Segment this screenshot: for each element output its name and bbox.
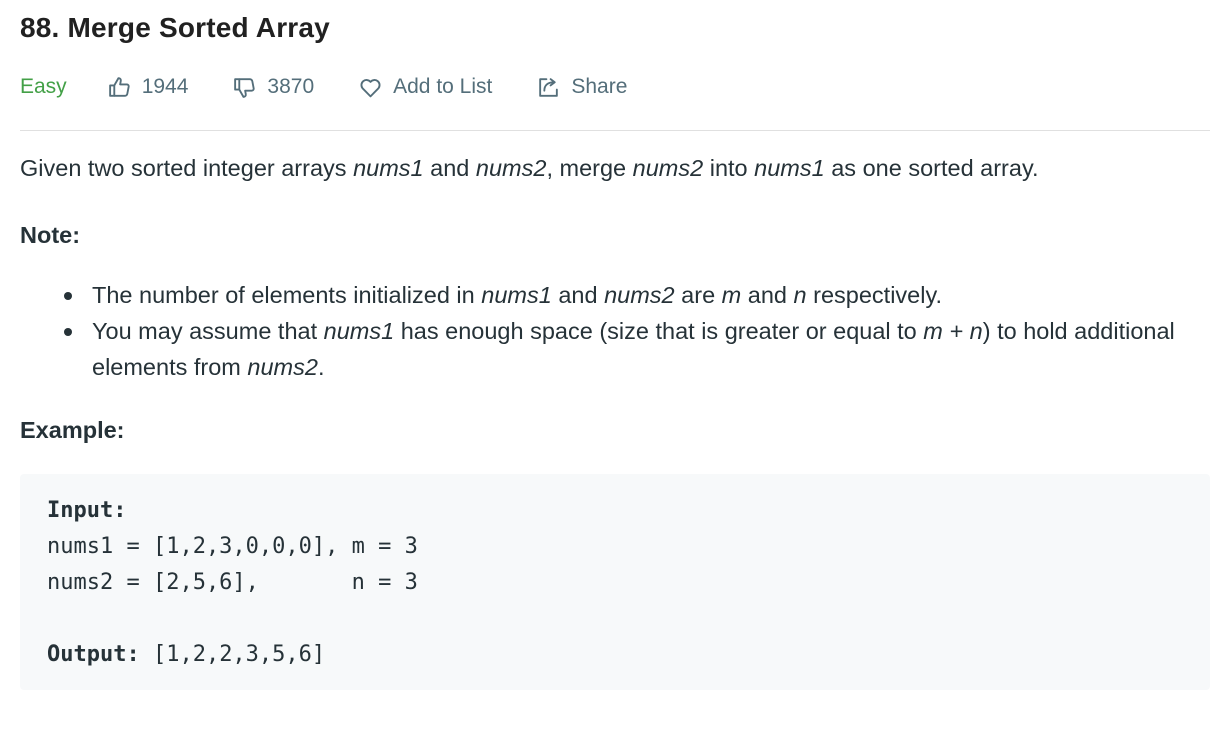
note-text: are (681, 282, 716, 308)
description-paragraph: Given two sorted integer arrays nums1 an… (20, 150, 1210, 186)
share-label: Share (571, 75, 628, 98)
problem-description: Given two sorted integer arrays nums1 an… (20, 150, 1210, 443)
dislike-button[interactable]: 3870 (232, 75, 314, 100)
note-text: . (317, 354, 325, 380)
description-text: into (709, 155, 748, 181)
nums1-term: nums1 (481, 282, 552, 308)
note-item: You may assume that nums1 has enough spa… (64, 313, 1210, 385)
output-label: Output: (47, 642, 140, 667)
n-term: n (793, 282, 807, 308)
description-text: as one sorted array. (831, 155, 1039, 181)
nums2-term: nums2 (604, 282, 675, 308)
dislike-count: 3870 (267, 75, 315, 98)
like-button[interactable]: 1944 (107, 75, 189, 100)
input-label: Input: (47, 498, 127, 523)
problem-page: 88. Merge Sorted Array Easy 1944 3870 Ad… (0, 0, 1216, 734)
difficulty-badge: Easy (20, 75, 67, 98)
nums2-term: nums2 (475, 155, 547, 181)
note-item: The number of elements initialized in nu… (64, 277, 1210, 313)
note-text: and (747, 282, 787, 308)
add-to-list-button[interactable]: Add to List (358, 75, 492, 100)
note-text: The number of elements initialized in (92, 282, 475, 308)
note-text: You may assume that (92, 318, 318, 344)
output-value: [1,2,2,3,5,6] (139, 642, 326, 667)
note-list: The number of elements initialized in nu… (20, 277, 1210, 385)
m-term: m (721, 282, 742, 308)
note-text: has enough space (size that is greater o… (400, 318, 917, 344)
description-text: and (430, 155, 470, 181)
example-code-block: Input: nums1 = [1,2,3,0,0,0], m = 3 nums2 … (20, 474, 1210, 690)
problem-meta-bar: Easy 1944 3870 Add to List Share (20, 70, 671, 104)
nums2-term: nums2 (632, 155, 704, 181)
heart-icon (358, 75, 393, 100)
note-heading: Note: (20, 222, 81, 248)
thumbs-down-icon (232, 75, 267, 100)
note-text: and (558, 282, 598, 308)
like-count: 1944 (141, 75, 189, 98)
note-text: respectively. (813, 282, 943, 308)
nums1-line: nums1 = [1,2,3,0,0,0], m = 3 (47, 534, 418, 559)
problem-title: 88. Merge Sorted Array (20, 12, 330, 43)
nums2-term: nums2 (247, 354, 318, 380)
input-line: Input: (47, 493, 1183, 529)
nums2-line: nums2 = [2,5,6], n = 3 (47, 570, 418, 595)
share-icon (536, 75, 571, 100)
nums1-term: nums1 (754, 155, 825, 181)
output-line: Output: [1,2,2,3,5,6] (47, 637, 1183, 673)
thumbs-up-icon (107, 75, 142, 100)
nums1-term: nums1 (353, 155, 424, 181)
description-text: Given two sorted integer arrays (20, 155, 347, 181)
example-heading: Example: (20, 417, 125, 443)
nums1-term: nums1 (323, 318, 395, 344)
share-button[interactable]: Share (536, 75, 627, 100)
header-divider (20, 130, 1210, 131)
m-plus-n-term: m + n (923, 318, 983, 344)
description-text: , merge (546, 155, 627, 181)
add-to-list-label: Add to List (393, 75, 493, 98)
